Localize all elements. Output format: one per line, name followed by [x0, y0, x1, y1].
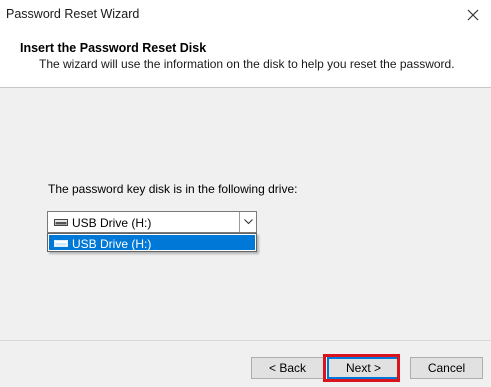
wizard-header: Insert the Password Reset Disk The wizar…	[0, 30, 491, 88]
drive-selected-value: USB Drive (H:)	[72, 216, 152, 230]
drive-option-label: USB Drive (H:)	[72, 237, 152, 251]
drive-dropdown-list: USB Drive (H:)	[47, 233, 257, 252]
page-title: Insert the Password Reset Disk	[20, 41, 207, 55]
close-icon	[467, 9, 479, 21]
drive-combobox[interactable]: USB Drive (H:)	[47, 211, 257, 233]
cancel-button[interactable]: Cancel	[410, 357, 483, 379]
close-button[interactable]	[455, 0, 491, 30]
footer-divider	[0, 340, 491, 341]
drive-option[interactable]: USB Drive (H:)	[49, 235, 255, 251]
drive-label: The password key disk is in the followin…	[48, 182, 298, 196]
usb-drive-icon	[54, 240, 68, 247]
chevron-down-icon	[243, 219, 253, 225]
page-description: The wizard will use the information on t…	[39, 57, 455, 71]
next-button-highlight	[323, 354, 400, 382]
window-title: Password Reset Wizard	[6, 7, 140, 21]
title-bar: Password Reset Wizard	[0, 0, 491, 30]
dropdown-button[interactable]	[239, 212, 256, 232]
usb-drive-icon	[54, 219, 68, 226]
back-button[interactable]: < Back	[251, 357, 324, 379]
